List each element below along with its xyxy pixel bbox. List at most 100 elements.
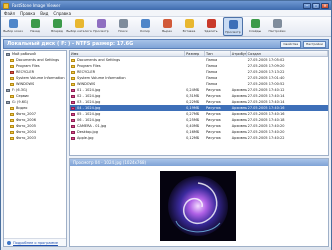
toolbar-button-6[interactable]: Копир (135, 17, 155, 36)
tree-item-label: G: (9.6G) (12, 100, 29, 104)
toolbar-button-10[interactable]: Просмотр (223, 17, 243, 36)
toolbar-button-11[interactable]: Слайды (245, 17, 265, 36)
folder-icon (10, 136, 14, 140)
image-file-icon (71, 88, 75, 92)
toolbar-label: Поиск (118, 29, 128, 33)
toolbar-label: Просмотр (93, 29, 109, 33)
toolbar-button-1[interactable]: Назад (25, 17, 45, 36)
menu-edit[interactable]: Правка (20, 11, 35, 16)
tree-item-label: WINDOWS (16, 82, 35, 86)
minimize-button[interactable]: ‒ (303, 2, 311, 9)
tree-item-label: Сервис (16, 94, 30, 98)
tree-item-label: Фото_2004 (16, 130, 36, 134)
tree-item-label: Мой рабочий (12, 52, 36, 56)
toolbar-label: Выбор эскиз (3, 29, 23, 33)
info-icon (7, 240, 11, 245)
delete-icon (206, 19, 216, 28)
folder-icon (10, 112, 14, 116)
folder-icon (71, 82, 75, 86)
toolbar-button-12[interactable]: Настройки (267, 17, 287, 36)
folder-tree: Мой рабочий Documents and Settings Program… (3, 50, 67, 247)
menu-bar: Файл Правка Вид Справка (1, 10, 331, 17)
tree-footer: Подробнее о программе (4, 238, 66, 246)
folder-icon (71, 58, 75, 62)
tree-item-label: Фото_2006 (16, 118, 36, 122)
column-attr[interactable]: Атрибут (231, 51, 247, 56)
folder-icon (10, 124, 14, 128)
toolbar-button-3[interactable]: Выбор каталога (66, 17, 92, 36)
drive-icon (6, 100, 10, 104)
image-file-icon (71, 118, 75, 122)
image-file-icon (71, 136, 75, 140)
computer-icon (6, 52, 10, 56)
tree-item-label: Фото_2003 (16, 136, 36, 140)
toolbar-label: Слайды (248, 29, 262, 33)
menu-view[interactable]: Вид (40, 11, 48, 16)
folder-icon (10, 76, 14, 80)
toolbar-label: Выбор каталога (66, 29, 92, 33)
folder-icon (10, 64, 14, 68)
menu-file[interactable]: Файл (4, 11, 15, 16)
maximize-button[interactable]: □ (312, 2, 320, 9)
folder-icon (10, 118, 14, 122)
folder-icon (10, 70, 14, 74)
toolbar-button-2[interactable]: Вперёд (47, 17, 67, 36)
column-name[interactable]: Имя (70, 51, 186, 56)
file-row[interactable]: Apple.jpg 0,12МБ Рисунок Архивный27.05.2005… (70, 135, 328, 141)
preview-title: Просмотр 04 - 1024.jpg (1024x768) (70, 159, 328, 166)
column-date[interactable]: Создан (247, 51, 328, 56)
properties-button[interactable]: Свойства (280, 40, 302, 48)
toolbar-button-8[interactable]: Вставка (179, 17, 199, 36)
current-path: Локальный диск ( F: ) - NTFS размер: 17.… (7, 41, 134, 47)
tree-item-label: F: (6.3G) (12, 88, 28, 92)
image-file-icon (71, 100, 75, 104)
file-cell-attr: Архивный (231, 136, 247, 140)
toolbar-button-0[interactable]: Выбор эскиз (3, 17, 23, 36)
toolbar-label: Удалить (204, 29, 218, 33)
column-type[interactable]: Тип (205, 51, 231, 56)
back-icon (30, 19, 40, 28)
settings-icon (272, 19, 282, 28)
close-button[interactable]: × (321, 2, 329, 9)
view-icon (96, 19, 106, 28)
tree-item-label: Фото_2005 (16, 124, 36, 128)
folder-icon (71, 70, 75, 74)
toolbar-button-9[interactable]: Удалить (201, 17, 221, 36)
toolbar-button-4[interactable]: Просмотр (91, 17, 111, 36)
file-cell-name: Apple.jpg (70, 135, 185, 141)
about-link[interactable]: Подробнее о программе (13, 241, 58, 245)
tree-item-label: Видео (16, 106, 28, 110)
toolbar-label: Вставка (182, 29, 196, 33)
cut-icon (162, 19, 172, 28)
window-title: FastStone Image Viewer (12, 3, 61, 8)
toolbar-label: Назад (30, 29, 40, 33)
tree-item-label: RECYCLER (16, 70, 35, 74)
toolbar-button-7[interactable]: Вырез (157, 17, 177, 36)
options-button[interactable]: Настройки (303, 40, 326, 48)
search-icon (118, 19, 128, 28)
tree-item-label: Documents and Settings (16, 58, 60, 62)
image-file-icon (71, 106, 75, 110)
path-bar: Локальный диск ( F: ) - NTFS размер: 17.… (3, 39, 329, 49)
folder-icon (71, 76, 75, 80)
column-size[interactable]: Размер (185, 51, 205, 56)
image-file-icon (71, 94, 75, 98)
toolbar-label: Просмотр (225, 30, 241, 34)
toolbar-button-5[interactable]: Поиск (113, 17, 133, 36)
folder-icon (10, 82, 14, 86)
preview-image[interactable] (160, 171, 236, 241)
folder-icon (10, 94, 14, 98)
forward-icon (52, 19, 62, 28)
folder-icon (71, 64, 75, 68)
folder-icon (10, 106, 14, 110)
file-list: Имя Размер Тип Атрибут Создан Documents … (69, 50, 329, 156)
app-icon (3, 2, 9, 9)
paste-icon (184, 19, 194, 28)
image-file-icon (71, 130, 75, 134)
copy-icon (140, 19, 150, 28)
menu-help[interactable]: Справка (53, 11, 71, 16)
toolbar-label: Копир (140, 29, 150, 33)
folder-icon (74, 19, 84, 28)
tree-item-label: Фото_2007 (16, 112, 36, 116)
tree-item[interactable]: Фото_2003 (4, 135, 66, 141)
